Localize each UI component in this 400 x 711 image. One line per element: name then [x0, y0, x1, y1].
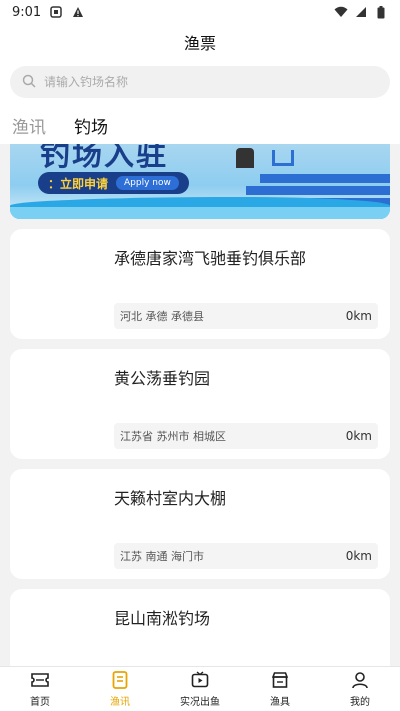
venue-card[interactable]: 黄公荡垂钓园 江苏省 苏州市 相城区 0km [10, 349, 390, 459]
nav-gear[interactable]: 渔具 [248, 670, 312, 708]
venue-location: 江苏省 苏州市 相城区 [120, 430, 226, 443]
tab-news[interactable]: 渔讯 [12, 113, 46, 138]
venue-name: 天籁村室内大棚 [114, 489, 227, 508]
wifi-icon [334, 5, 348, 19]
nav-label: 我的 [350, 697, 370, 708]
venue-name: 昆山南淞钓场 [114, 609, 211, 628]
banner-step [246, 186, 390, 195]
apply-cn-label: ：立即申请 [48, 176, 109, 191]
status-bar: 9:01 [0, 0, 400, 24]
venue-name: 承德唐家湾飞驰垂钓俱乐部 [114, 249, 307, 268]
venue-card[interactable]: 承德唐家湾飞驰垂钓俱乐部 河北 承德 承德县 0km [10, 229, 390, 339]
search-box[interactable] [10, 66, 390, 98]
tab-venues[interactable]: 钓场 [74, 113, 108, 138]
live-icon [190, 670, 210, 690]
tab-bar: 渔讯 钓场 [0, 106, 400, 144]
status-time: 9:01 [12, 4, 42, 20]
signal-icon [354, 5, 368, 19]
search-bar [0, 60, 400, 106]
banner-figure [236, 148, 254, 168]
venue-distance: 0km [345, 429, 372, 443]
venue-location-bar: 江苏省 苏州市 相城区 0km [114, 423, 378, 449]
nav-label: 实况出鱼 [180, 697, 220, 708]
banner-wave [10, 207, 390, 219]
venue-location-bar: 江苏 南通 海门市 0km [114, 543, 378, 569]
nav-profile[interactable]: 我的 [328, 670, 392, 708]
battery-icon [374, 5, 388, 19]
banner-headline: 钓场入驻 [40, 144, 168, 173]
news-icon [110, 670, 130, 690]
banner-step [260, 174, 390, 183]
nav-label: 首页 [30, 697, 50, 708]
nav-label: 渔讯 [110, 697, 130, 708]
venue-card[interactable]: 天籁村室内大棚 江苏 南通 海门市 0km [10, 469, 390, 579]
venue-distance: 0km [345, 309, 372, 323]
venue-list: 钓场入驻 ：立即申请 Apply now 承德唐家湾飞驰垂钓俱乐部 河北 承德 … [0, 144, 400, 666]
bottom-nav: 首页 渔讯 实况出鱼 渔具 我的 [0, 666, 400, 711]
venue-name: 黄公荡垂钓园 [114, 369, 211, 388]
store-icon [270, 670, 290, 690]
data-saver-icon [49, 5, 63, 19]
search-icon [22, 73, 36, 92]
nav-home[interactable]: 首页 [8, 670, 72, 708]
apply-en-label: Apply now [116, 176, 179, 190]
page-header: 渔票 [0, 24, 400, 60]
page-title: 渔票 [183, 34, 216, 53]
user-icon [350, 670, 370, 690]
search-input[interactable] [44, 75, 378, 89]
warning-icon [71, 5, 85, 19]
promo-banner[interactable]: 钓场入驻 ：立即申请 Apply now [10, 144, 390, 219]
venue-card[interactable]: 昆山南淞钓场 [10, 589, 390, 666]
ticket-icon [30, 670, 50, 690]
venue-location: 江苏 南通 海门市 [120, 550, 204, 563]
venue-distance: 0km [345, 549, 372, 563]
nav-label: 渔具 [270, 697, 290, 708]
venue-location: 河北 承德 承德县 [120, 310, 204, 323]
nav-live[interactable]: 实况出鱼 [168, 670, 232, 708]
banner-chair [272, 150, 294, 166]
apply-now-button[interactable]: ：立即申请 Apply now [38, 172, 189, 194]
venue-location-bar: 河北 承德 承德县 0km [114, 303, 378, 329]
nav-news[interactable]: 渔讯 [88, 670, 152, 708]
